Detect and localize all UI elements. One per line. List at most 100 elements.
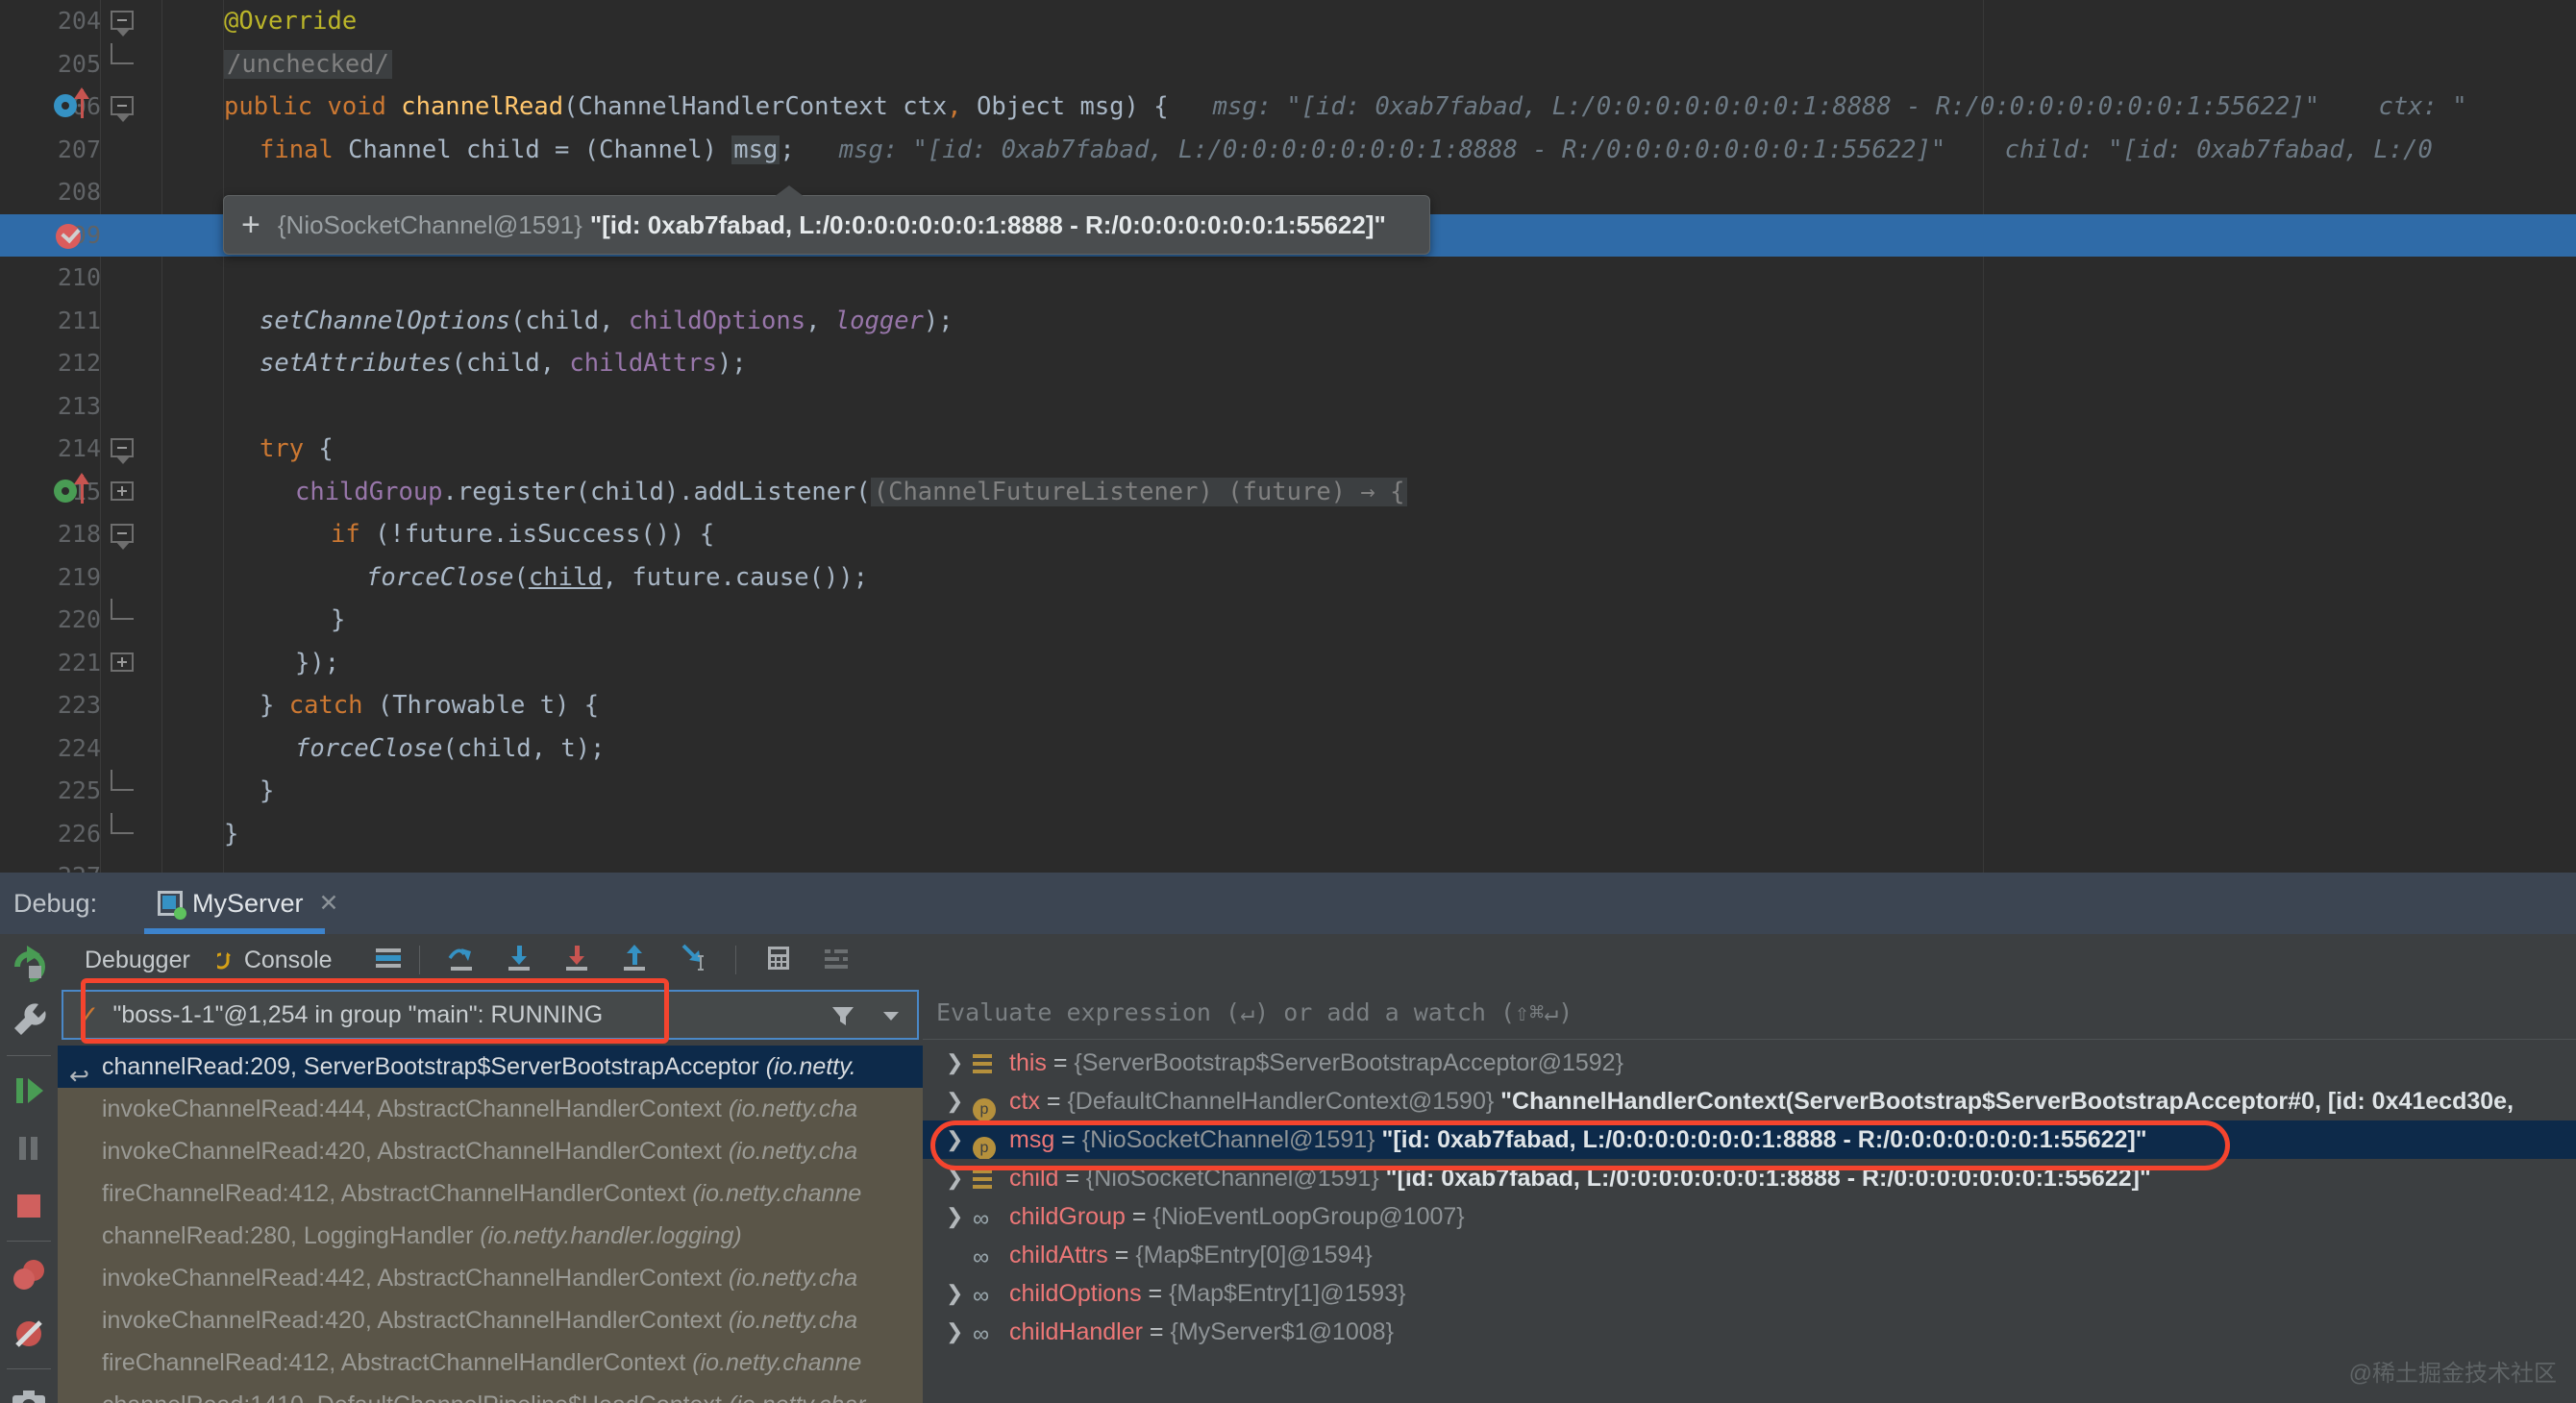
variable-row[interactable]: ❯ ∞ childOptions = {Map$Entry[1]@1593} — [923, 1274, 2576, 1313]
stack-frame-package: (io.netty.handler.logging) — [480, 1222, 742, 1249]
code-editor[interactable]: 204 @Override 205/unchecked/206 public void… — [0, 0, 2576, 890]
show-execution-point-icon[interactable] — [371, 941, 406, 980]
overriding-method-arrow-icon[interactable] — [74, 472, 89, 504]
code-line[interactable]: 205/unchecked/ — [0, 42, 2576, 86]
variable-row[interactable]: ❯ p msg = {NioSocketChannel@1591} "[id: 0x… — [923, 1120, 2576, 1159]
variables-panel[interactable]: Evaluate expression (↵) or add a watch (… — [923, 986, 2576, 1403]
debugger-toolbar[interactable]: Debugger Console — [58, 934, 2576, 986]
tab-debugger[interactable]: Debugger — [85, 947, 190, 974]
code-line[interactable]: 218 if (!future.isSuccess()) { — [0, 513, 2576, 556]
close-icon[interactable]: ✕ — [319, 889, 339, 918]
stack-frame-row[interactable]: channelRead:280, LoggingHandler (io.nett… — [58, 1215, 923, 1257]
chevron-right-icon[interactable]: ❯ — [946, 1082, 963, 1120]
stack-frame-row[interactable]: fireChannelRead:412, AbstractChannelHand… — [58, 1341, 923, 1384]
code-fold-expand-icon[interactable] — [111, 480, 134, 501]
code-line[interactable]: 220} — [0, 599, 2576, 642]
variable-row[interactable]: ❯ p ctx = {DefaultChannelHandlerContext@15… — [923, 1082, 2576, 1120]
code-line[interactable]: 206 public void channelRead(ChannelHandle… — [0, 86, 2576, 129]
step-over-icon[interactable] — [445, 941, 480, 980]
step-out-icon[interactable] — [618, 941, 653, 980]
tooltip-beak — [774, 185, 805, 197]
line-number: 210 — [57, 263, 101, 291]
screenshot-icon[interactable] — [0, 1375, 58, 1403]
code-line[interactable]: 213 — [0, 385, 2576, 429]
code-fold-end-icon[interactable] — [111, 599, 134, 620]
code-fold-end-icon[interactable] — [111, 42, 134, 64]
variable-name: childGroup — [1009, 1203, 1126, 1231]
breakpoint-hit-icon[interactable] — [56, 223, 81, 249]
edit-configurations-icon[interactable] — [0, 992, 58, 1049]
variable-row[interactable]: ❯ ∞ childHandler = {MyServer$1@1008} — [923, 1313, 2576, 1351]
overriding-method-arrow-icon[interactable] — [74, 87, 89, 118]
evaluate-expression-bar[interactable]: Evaluate expression (↵) or add a watch (… — [923, 986, 2576, 1040]
code-fold-collapse-icon[interactable] — [111, 11, 134, 37]
stop-icon[interactable] — [0, 1177, 58, 1235]
debug-session-tab[interactable]: MyServer ✕ — [144, 873, 352, 934]
evaluate-expression-icon[interactable] — [761, 941, 796, 980]
stack-frame-row[interactable]: channelRead:1410, DefaultChannelPipeline… — [58, 1384, 923, 1403]
code-line[interactable]: 212 setAttributes(child, childAttrs); — [0, 342, 2576, 385]
chevron-right-icon[interactable]: ❯ — [946, 1274, 963, 1313]
chevron-right-icon[interactable]: ❯ — [946, 1120, 963, 1159]
chevron-right-icon[interactable]: ❯ — [946, 1159, 963, 1197]
variable-row[interactable]: ❯ child = {NioSocketChannel@1591} "[id: 0… — [923, 1159, 2576, 1197]
code-line-text: childGroup.register(child).addListener((… — [295, 471, 1408, 514]
local-variable-icon: ∞ — [973, 1283, 989, 1309]
tab-console[interactable]: Console — [216, 947, 333, 974]
chevron-right-icon[interactable]: ❯ — [946, 1044, 963, 1082]
stack-frame-row[interactable]: invokeChannelRead:444, AbstractChannelHa… — [58, 1088, 923, 1130]
stack-frame-row[interactable]: ↩ channelRead:209, ServerBootstrap$Server… — [58, 1046, 923, 1088]
code-line[interactable]: 207 final Channel child = (Channel) msg; … — [0, 129, 2576, 172]
filter-icon[interactable] — [829, 1001, 857, 1035]
value-tooltip-popup[interactable]: + {NioSocketChannel@1591} "[id: 0xab7fab… — [223, 195, 1430, 255]
rerun-icon[interactable] — [0, 934, 58, 992]
resume-program-icon[interactable] — [0, 1062, 58, 1120]
plus-icon[interactable]: + — [241, 209, 260, 241]
stack-frame-row[interactable]: fireChannelRead:412, AbstractChannelHand… — [58, 1172, 923, 1215]
debug-left-toolbar[interactable] — [0, 934, 58, 1403]
code-line[interactable]: 204 @Override — [0, 0, 2576, 43]
code-line[interactable]: 211 setChannelOptions(child, childOptions… — [0, 300, 2576, 343]
code-fold-end-icon[interactable] — [111, 770, 134, 791]
step-into-icon[interactable] — [503, 941, 537, 980]
debug-window-header: Debug: MyServer ✕ — [0, 873, 2576, 934]
settings-icon[interactable] — [819, 941, 854, 980]
code-line[interactable]: 221}); — [0, 642, 2576, 685]
code-fold-collapse-icon[interactable] — [111, 524, 134, 550]
stack-frame-package: (io.netty.cha — [728, 1265, 858, 1292]
variables-tree[interactable]: ❯ this = {ServerBootstrap$ServerBootstrap… — [923, 1044, 2576, 1351]
call-stack-list[interactable]: ↩ channelRead:209, ServerBootstrap$Server… — [58, 1046, 923, 1403]
line-number: 219 — [57, 562, 101, 591]
thread-selector[interactable]: ✓ "boss-1-1"@1,254 in group "main": RUNN… — [62, 990, 919, 1040]
code-line[interactable]: 224 forceClose(child, t); — [0, 727, 2576, 771]
variable-row[interactable]: ❯ this = {ServerBootstrap$ServerBootstrap… — [923, 1044, 2576, 1082]
code-line[interactable]: 210 — [0, 257, 2576, 300]
pause-program-icon[interactable] — [0, 1120, 58, 1177]
variable-row[interactable]: ∞ childAttrs = {Map$Entry[0]@1594} — [923, 1236, 2576, 1274]
code-line[interactable]: 223} catch (Throwable t) { — [0, 684, 2576, 727]
variable-row[interactable]: ❯ ∞ childGroup = {NioEventLoopGroup@1007} — [923, 1197, 2576, 1236]
code-line-text: setChannelOptions(child, childOptions, l… — [260, 306, 954, 335]
code-fold-collapse-icon[interactable] — [111, 96, 134, 122]
code-line[interactable]: 215 childGroup.register(child).addListene… — [0, 471, 2576, 514]
stack-frame-method: fireChannelRead:412, AbstractChannelHand… — [102, 1180, 693, 1207]
code-fold-collapse-icon[interactable] — [111, 438, 134, 464]
chevron-down-icon[interactable] — [879, 1003, 904, 1033]
code-fold-expand-icon[interactable] — [111, 652, 134, 672]
code-line[interactable]: 225} — [0, 770, 2576, 813]
chevron-right-icon[interactable]: ❯ — [946, 1197, 963, 1236]
force-step-into-icon[interactable] — [560, 941, 595, 980]
drop-frame-icon[interactable]: ↩ — [69, 1055, 89, 1088]
code-fold-end-icon[interactable] — [111, 812, 134, 834]
mute-breakpoints-icon[interactable] — [0, 1305, 58, 1363]
chevron-right-icon[interactable]: ❯ — [946, 1313, 963, 1351]
stack-frame-row[interactable]: invokeChannelRead:420, AbstractChannelHa… — [58, 1130, 923, 1172]
view-breakpoints-icon[interactable] — [0, 1247, 58, 1305]
stack-frame-row[interactable]: invokeChannelRead:420, AbstractChannelHa… — [58, 1299, 923, 1341]
frames-panel[interactable]: ✓ "boss-1-1"@1,254 in group "main": RUNN… — [58, 986, 923, 1403]
stack-frame-row[interactable]: invokeChannelRead:442, AbstractChannelHa… — [58, 1257, 923, 1299]
code-line[interactable]: 219 forceClose(child, future.cause()); — [0, 556, 2576, 600]
code-line[interactable]: 214 try { — [0, 428, 2576, 471]
run-to-cursor-icon[interactable] — [676, 941, 710, 980]
code-line[interactable]: 226} — [0, 812, 2576, 856]
